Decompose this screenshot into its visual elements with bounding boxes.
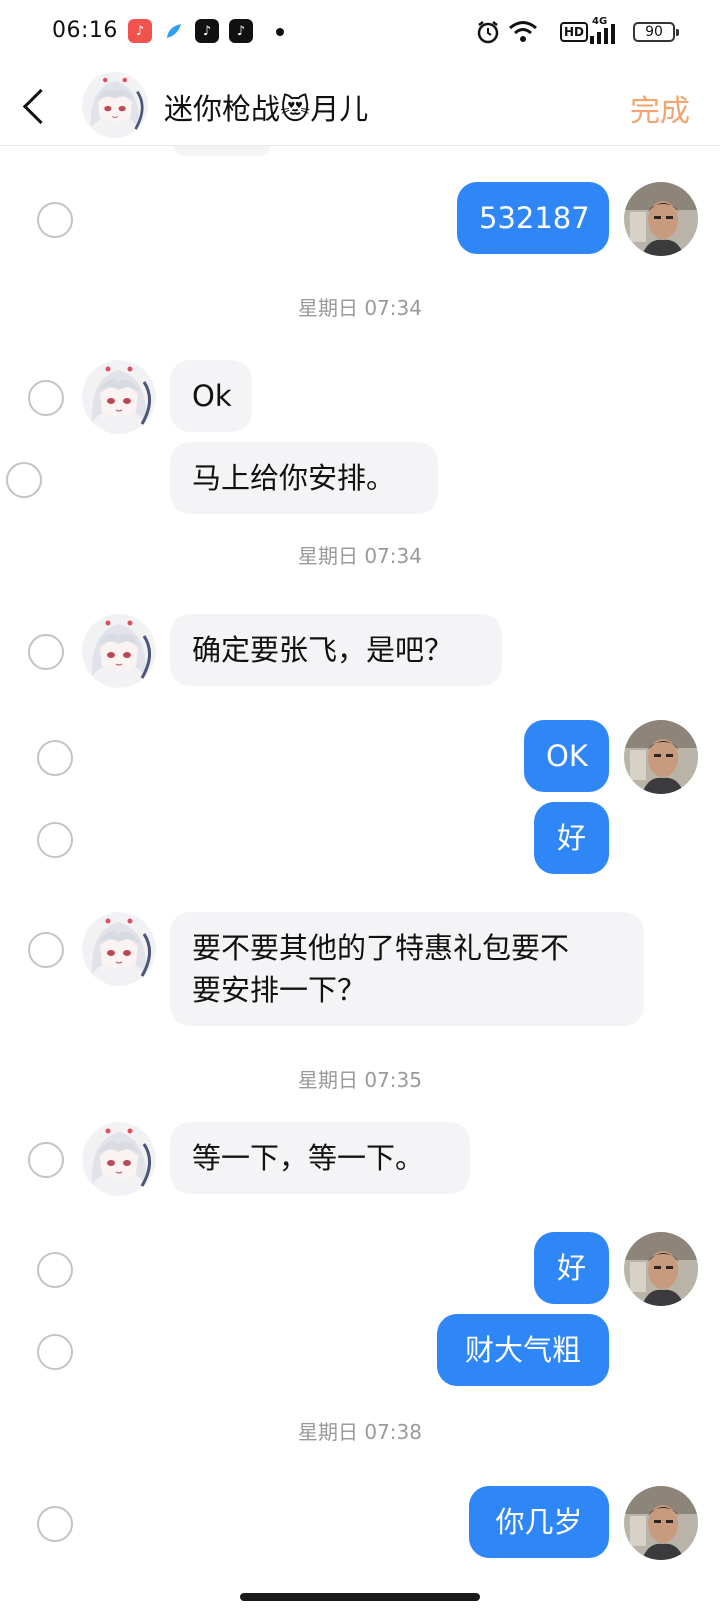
message-bubble[interactable]: 马上给你安排。 [170, 442, 438, 514]
timestamp: 星期日 07:34 [298, 296, 422, 320]
message-bubble[interactable]: OK [524, 720, 609, 792]
message-bubble[interactable]: 要不要其他的了特惠礼包要不 要安排一下？ [170, 912, 644, 1026]
contact-avatar[interactable] [82, 1122, 156, 1196]
status-bar: 06:16 ♪ ♪ ♪ HD 4G 90 [0, 0, 720, 64]
contact-avatar[interactable] [82, 360, 156, 434]
contact-avatar[interactable] [82, 614, 156, 688]
tiktok-icon: ♪ [195, 19, 219, 43]
contact-name: 迷你枪战😻月儿 [164, 92, 369, 126]
select-radio[interactable] [6, 462, 42, 498]
done-button[interactable]: 完成 [630, 86, 690, 130]
timestamp: 星期日 07:35 [298, 1068, 422, 1092]
contact-avatar[interactable] [82, 72, 148, 138]
feather-app-icon [162, 19, 186, 43]
message-bubble[interactable]: 532187 [457, 182, 609, 254]
my-avatar[interactable] [624, 1486, 698, 1560]
home-indicator[interactable] [240, 1593, 480, 1601]
select-radio[interactable] [37, 822, 73, 858]
hd-badge: HD [560, 22, 589, 42]
select-radio[interactable] [37, 1506, 73, 1542]
select-radio[interactable] [37, 202, 73, 238]
partial-message-bubble [172, 146, 272, 156]
my-avatar[interactable] [624, 720, 698, 794]
back-arrow-icon[interactable] [18, 84, 58, 128]
message-bubble[interactable]: 好 [534, 1232, 609, 1304]
timestamp: 星期日 07:38 [298, 1420, 422, 1444]
status-time: 06:16 [52, 18, 118, 43]
message-list[interactable]: 532187 星期日 07:34 Ok 马上给你安排。 星期日 07:34 确定… [0, 146, 720, 1566]
chat-header: 迷你枪战😻月儿 完成 [0, 64, 720, 146]
wifi-icon [508, 20, 538, 48]
select-radio[interactable] [28, 634, 64, 670]
select-radio[interactable] [28, 932, 64, 968]
message-bubble[interactable]: 财大气粗 [437, 1314, 609, 1386]
message-bubble[interactable]: 好 [534, 802, 609, 874]
music-app-icon: ♪ [128, 19, 152, 43]
notification-dot [276, 28, 284, 36]
select-radio[interactable] [37, 1252, 73, 1288]
tiktok-live-icon: ♪ [229, 19, 253, 43]
my-avatar[interactable] [624, 182, 698, 256]
select-radio[interactable] [28, 380, 64, 416]
signal-icon [590, 24, 618, 48]
select-radio[interactable] [37, 740, 73, 776]
timestamp: 星期日 07:34 [298, 544, 422, 568]
select-radio[interactable] [28, 1142, 64, 1178]
message-bubble[interactable]: 你几岁 [469, 1486, 609, 1558]
message-bubble[interactable]: 等一下，等一下。 [170, 1122, 470, 1194]
select-radio[interactable] [37, 1334, 73, 1370]
contact-avatar[interactable] [82, 912, 156, 986]
my-avatar[interactable] [624, 1232, 698, 1306]
message-bubble[interactable]: 确定要张飞，是吧？ [170, 614, 502, 686]
alarm-icon [476, 20, 500, 48]
message-bubble[interactable]: Ok [170, 360, 252, 432]
battery-icon: 90 [633, 22, 679, 42]
